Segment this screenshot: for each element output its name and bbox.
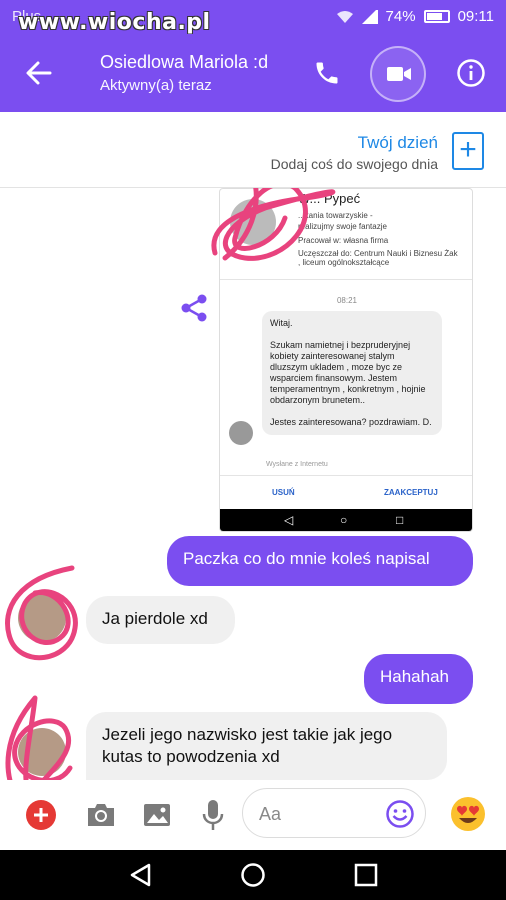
- profile-education: Uczęszczał do: Centrum Nauki i Biznesu Ż…: [298, 249, 458, 267]
- voice-message-button[interactable]: [196, 798, 230, 832]
- profile-line: ...kania towarzyskie -: [298, 211, 373, 220]
- android-navbar: ◁ ○ □: [220, 509, 472, 531]
- more-actions-button[interactable]: [24, 798, 58, 832]
- message-input[interactable]: [259, 801, 379, 827]
- message-time: 08:21: [336, 296, 358, 305]
- info-icon: [457, 59, 485, 87]
- clock: 09:11: [457, 8, 494, 25]
- info-button[interactable]: [452, 54, 490, 92]
- heart-eyes-emoji-icon: [451, 797, 485, 831]
- camera-icon: [88, 804, 114, 826]
- message-list[interactable]: W... Pypeć ...kania towarzyskie - realiz…: [0, 188, 506, 780]
- wifi-icon: [336, 10, 353, 23]
- status-icons: 74% 09:11: [336, 8, 494, 25]
- video-call-icon: [387, 67, 411, 81]
- image-icon: [144, 804, 170, 826]
- battery-percent: 74%: [385, 8, 416, 25]
- delete-button: USUŃ: [272, 488, 295, 497]
- contact-avatar[interactable]: [18, 594, 66, 642]
- android-recents-icon: □: [396, 513, 404, 527]
- request-message: Witaj. Szukam namietnej i bezpruderyjnej…: [262, 311, 442, 435]
- android-home-icon[interactable]: [240, 862, 266, 888]
- profile-name: W... Pypeć: [298, 191, 361, 206]
- microphone-icon: [202, 800, 224, 830]
- back-arrow-icon[interactable]: [24, 58, 54, 88]
- composer-bar: [0, 780, 506, 850]
- sent-via-label: Wysłane z Internetu: [266, 461, 328, 468]
- divider: [220, 279, 472, 280]
- contact-avatar[interactable]: [18, 728, 66, 776]
- voice-call-button[interactable]: [308, 54, 346, 92]
- plus-icon[interactable]: +: [452, 132, 484, 170]
- profile-work: Pracował w: własna firma: [298, 236, 389, 245]
- status-bar: Plus www.wiocha.pl 74% 09:11: [0, 0, 506, 35]
- message-bubble-outgoing[interactable]: Paczka co do mnie koleś napisal: [167, 536, 473, 586]
- android-back-icon[interactable]: [128, 862, 154, 888]
- battery-icon: [423, 10, 450, 23]
- message-bubble-incoming[interactable]: Ja pierdole xd: [86, 596, 235, 644]
- sender-avatar: [229, 421, 253, 445]
- profile-line: realizujmy swoje fantazje: [298, 222, 387, 231]
- conversation-header: Osiedlowa Mariola :d Aktywny(a) teraz: [0, 34, 506, 112]
- your-day-subtitle: Dodaj coś do swojego dnia: [270, 156, 438, 172]
- gallery-button[interactable]: [140, 798, 174, 832]
- share-icon[interactable]: [178, 292, 210, 324]
- message-field[interactable]: [242, 788, 426, 838]
- accept-button: ZAAKCEPTUJ: [384, 488, 438, 497]
- watermark: www.wiocha.pl: [18, 10, 211, 35]
- camera-button[interactable]: [84, 798, 118, 832]
- message-bubble-incoming[interactable]: Jezeli jego nazwisko jest takie jak jego…: [86, 712, 447, 780]
- android-home-icon: ○: [340, 513, 348, 527]
- request-actions: USUŃ ZAAKCEPTUJ: [220, 475, 472, 509]
- video-call-button[interactable]: [370, 46, 426, 102]
- your-day-title[interactable]: Twój dzień: [358, 133, 438, 153]
- phone-icon: [316, 62, 338, 84]
- contact-name[interactable]: Osiedlowa Mariola :d: [100, 52, 268, 73]
- presence-status: Aktywny(a) teraz: [100, 77, 212, 94]
- your-day-banner[interactable]: Twój dzień Dodaj coś do swojego dnia +: [0, 112, 506, 188]
- quick-reaction-button[interactable]: [448, 794, 488, 834]
- android-recents-icon[interactable]: [353, 862, 379, 888]
- android-back-icon: ◁: [284, 513, 294, 527]
- message-bubble-outgoing[interactable]: Hahahah: [364, 654, 473, 704]
- profile-avatar: [230, 199, 276, 245]
- system-navigation-bar: [0, 850, 506, 900]
- plus-icon: [26, 800, 56, 830]
- signal-icon: [361, 9, 378, 24]
- shared-screenshot-image[interactable]: W... Pypeć ...kania towarzyskie - realiz…: [219, 188, 473, 532]
- emoji-icon[interactable]: [385, 799, 415, 829]
